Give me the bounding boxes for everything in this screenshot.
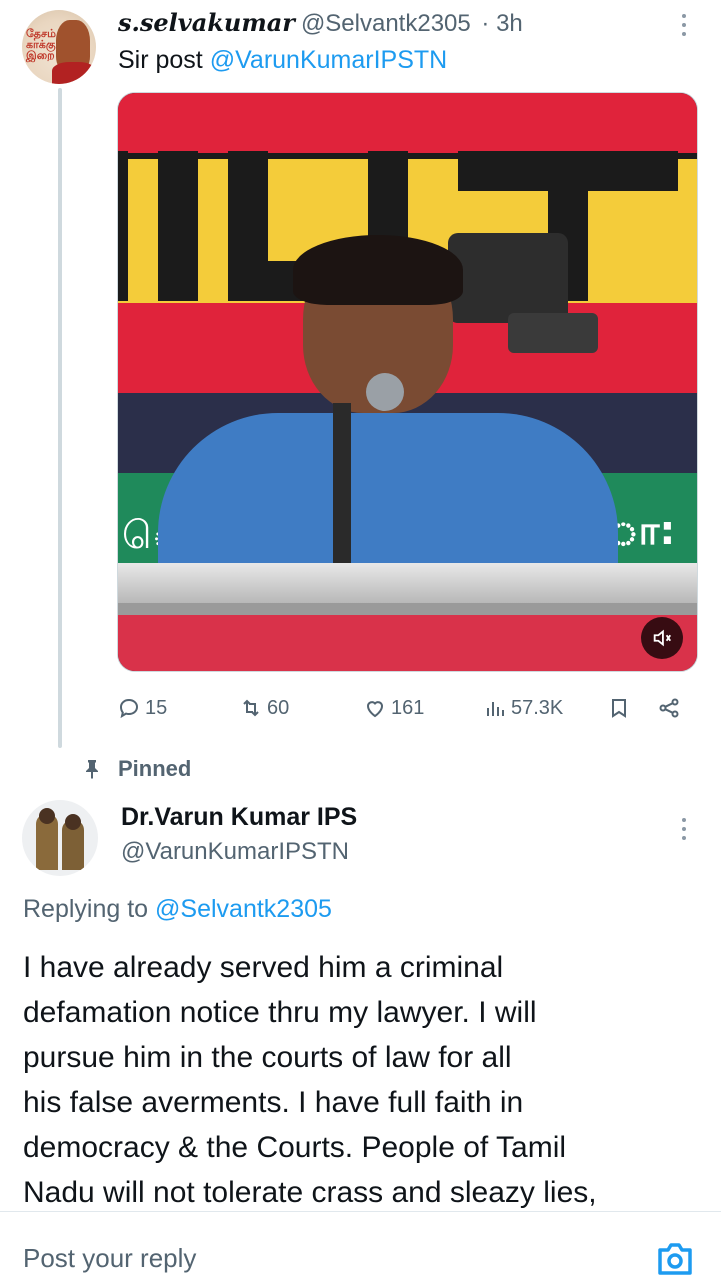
bookmark-button[interactable] [607, 690, 631, 726]
microphone [366, 373, 404, 411]
replying-prefix: Replying to [23, 895, 149, 923]
replying-mention-link[interactable]: @Selvantk2305 [155, 895, 332, 923]
bookmark-icon [612, 699, 626, 718]
tweet-action-bar: 15 60 161 57.3K [117, 690, 697, 726]
repost-icon [243, 699, 259, 717]
tweet-text-prefix: Sir post [118, 46, 203, 74]
views-icon [487, 702, 504, 716]
repost-count: 60 [267, 696, 290, 719]
reply-more-icon[interactable] [680, 818, 688, 844]
replying-to: Replying to @Selvantk2305 [23, 895, 332, 924]
tweet-header: s.selvakumar @Selvantk2305 · 3h [118, 8, 523, 39]
reply-text-line: democracy & the Courts. People of Tamil [23, 1131, 567, 1164]
reply-author-handle[interactable]: @VarunKumarIPSTN [121, 838, 349, 866]
views-count: 57.3K [511, 696, 564, 719]
like-button[interactable]: 161 [363, 690, 424, 726]
reply-button[interactable]: 15 [117, 690, 167, 726]
tweet-more-icon[interactable] [680, 14, 688, 40]
tweet-mention-link[interactable]: @VarunKumarIPSTN [210, 46, 448, 74]
like-count: 161 [391, 696, 425, 719]
composer-divider [0, 1211, 721, 1212]
tweet-time[interactable]: · 3h [481, 10, 522, 37]
reply-text-line: his false averments. I have full faith i… [23, 1086, 524, 1119]
reply-text: I have already served him a criminal def… [23, 945, 713, 1215]
mute-icon[interactable] [641, 617, 683, 659]
pinned-label: Pinned [84, 756, 191, 782]
tweet-text: Sir post @VarunKumarIPSTN [118, 44, 447, 76]
author-handle[interactable]: @Selvantk2305 [301, 10, 471, 37]
views-button[interactable]: 57.3K [483, 690, 563, 726]
podium-rail [118, 563, 697, 603]
repost-button[interactable]: 60 [239, 690, 289, 726]
selvakumar-avatar[interactable]: தேசம் காக்கும் இறை [22, 10, 96, 84]
author-name[interactable]: s.selvakumar [118, 8, 295, 37]
thread-connector-line [58, 88, 62, 748]
reply-composer-input[interactable] [23, 1243, 623, 1274]
share-button[interactable] [657, 690, 681, 726]
pinned-text: Pinned [118, 756, 192, 781]
reply-text-line: Nadu will not tolerate crass and sleazy … [23, 1176, 597, 1209]
video-camera [448, 233, 568, 323]
camera-icon[interactable] [655, 1240, 695, 1278]
reply-icon [119, 698, 139, 719]
reply-author-name[interactable]: Dr.Varun Kumar IPS [121, 803, 357, 832]
varunkumar-avatar[interactable] [22, 800, 98, 876]
reply-text-line: I have already served him a criminal [23, 951, 504, 984]
pin-icon [86, 760, 98, 779]
reply-text-line: defamation notice thru my lawyer. I will [23, 996, 537, 1029]
like-icon [366, 701, 384, 718]
reply-text-line: pursue him in the courts of law for all [23, 1041, 512, 1074]
reply-count: 15 [145, 696, 168, 719]
share-icon [659, 698, 679, 718]
tweet-video[interactable]: ெ ா: [117, 92, 698, 672]
banner-text-right: ா: [608, 508, 676, 554]
